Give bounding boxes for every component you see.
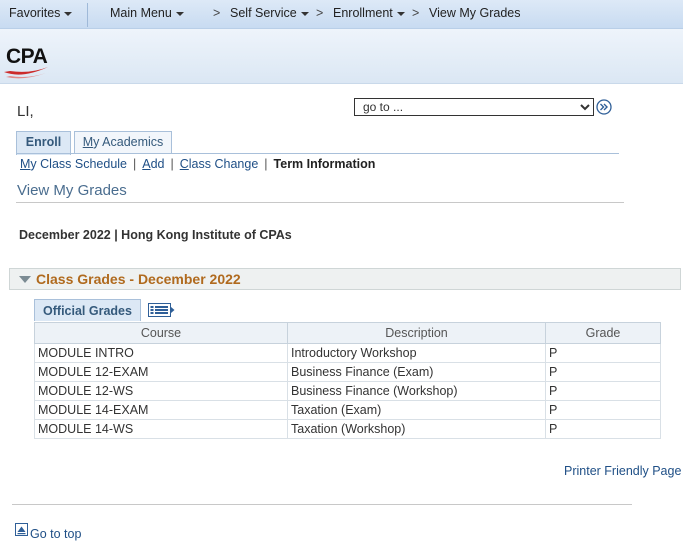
- link-my-class-schedule[interactable]: My Class Schedule: [20, 157, 127, 171]
- table-row: MODULE 14-WS Taxation (Workshop) P: [34, 419, 661, 439]
- cell-description: Taxation (Workshop): [287, 419, 546, 439]
- main-menu[interactable]: Main Menu: [110, 6, 184, 20]
- cell-description: Business Finance (Exam): [287, 362, 546, 382]
- link-label: dd: [150, 157, 165, 171]
- chevron-down-icon: [64, 11, 73, 16]
- top-navbar: Favorites Main Menu > Self Service > Enr…: [0, 0, 683, 29]
- cell-grade: P: [545, 343, 661, 363]
- cell-course: MODULE 12-WS: [34, 381, 288, 401]
- link-term-information: Term Information: [273, 157, 376, 171]
- link-class-change[interactable]: Class Change: [180, 157, 259, 171]
- cell-grade: P: [545, 381, 661, 401]
- link-divider: |: [170, 157, 174, 171]
- section-title: Class Grades - December 2022: [36, 271, 241, 287]
- cell-course: MODULE 14-WS: [34, 419, 288, 439]
- goto-select[interactable]: go to ...: [354, 98, 594, 116]
- triangle-down-icon[interactable]: [19, 276, 31, 283]
- link-access-key: M: [20, 157, 31, 171]
- link-add[interactable]: Add: [142, 157, 164, 171]
- self-service-label: Self Service: [230, 6, 297, 20]
- printer-friendly-link[interactable]: Printer Friendly Page: [564, 464, 681, 478]
- chevron-down-icon: [175, 11, 184, 16]
- favorites-menu[interactable]: Favorites: [9, 6, 73, 20]
- page-title: View My Grades: [17, 182, 127, 199]
- tab-underline: [16, 153, 619, 154]
- chevron-down-icon: [396, 11, 405, 16]
- cell-description: Taxation (Exam): [287, 400, 546, 420]
- breadcrumb-separator: >: [316, 6, 324, 20]
- cell-description: Introductory Workshop: [287, 343, 546, 363]
- breadcrumb-separator: >: [213, 6, 221, 20]
- double-chevron-right-icon[interactable]: [596, 99, 612, 115]
- tab-enroll[interactable]: Enroll: [16, 131, 71, 155]
- term-info: December 2022 | Hong Kong Institute of C…: [19, 228, 292, 242]
- tab-my-academics-access-key: M: [82, 135, 94, 149]
- class-grades-section-header[interactable]: Class Grades - December 2022: [9, 268, 681, 290]
- logo-swoosh-icon: [4, 67, 48, 79]
- column-header-grade[interactable]: Grade: [545, 322, 661, 344]
- link-label: y Class Schedule: [30, 157, 127, 171]
- table-row: MODULE 14-EXAM Taxation (Exam) P: [34, 400, 661, 420]
- table-row: MODULE INTRO Introductory Workshop P: [34, 343, 661, 363]
- table-header-row: Course Description Grade: [34, 322, 661, 344]
- column-header-description[interactable]: Description: [287, 322, 546, 344]
- grid-view-icon[interactable]: [148, 303, 175, 317]
- link-divider: |: [133, 157, 137, 171]
- breadcrumb-self-service[interactable]: Self Service: [230, 6, 309, 20]
- cell-course: MODULE INTRO: [34, 343, 288, 363]
- arrow-up-box-icon[interactable]: [15, 523, 28, 536]
- tab-official-grades[interactable]: Official Grades: [34, 299, 141, 321]
- tab-my-academics[interactable]: My Academics: [74, 131, 172, 153]
- go-to-top-link[interactable]: Go to top: [30, 527, 81, 541]
- enrollment-label: Enrollment: [333, 6, 393, 20]
- enroll-sublinks: My Class Schedule | Add | Class Change | Term …: [20, 157, 375, 171]
- link-divider: |: [264, 157, 268, 171]
- cell-grade: P: [545, 419, 661, 439]
- grades-table: Course Description Grade MODULE INTRO In…: [34, 322, 661, 439]
- breadcrumb-separator: >: [412, 6, 420, 20]
- breadcrumb-enrollment[interactable]: Enrollment: [333, 6, 405, 20]
- table-row: MODULE 12-WS Business Finance (Workshop)…: [34, 381, 661, 401]
- breadcrumb-view-my-grades[interactable]: View My Grades: [429, 6, 520, 20]
- link-label: lass Change: [188, 157, 259, 171]
- link-access-key: C: [179, 157, 189, 171]
- cell-description: Business Finance (Workshop): [287, 381, 546, 401]
- title-divider: [16, 202, 624, 203]
- bottom-divider: [12, 504, 632, 505]
- cell-course: MODULE 14-EXAM: [34, 400, 288, 420]
- cell-course: MODULE 12-EXAM: [34, 362, 288, 382]
- header-band: [0, 29, 683, 84]
- chevron-down-icon: [300, 11, 309, 16]
- nav-divider: [87, 3, 88, 27]
- user-name: LI,: [17, 103, 34, 120]
- tab-my-academics-label: y Academics: [93, 135, 164, 149]
- link-access-key: A: [142, 157, 151, 171]
- cell-grade: P: [545, 400, 661, 420]
- cell-grade: P: [545, 362, 661, 382]
- favorites-label: Favorites: [9, 6, 61, 20]
- column-header-course[interactable]: Course: [34, 322, 288, 344]
- table-row: MODULE 12-EXAM Business Finance (Exam) P: [34, 362, 661, 382]
- main-menu-label: Main Menu: [110, 6, 172, 20]
